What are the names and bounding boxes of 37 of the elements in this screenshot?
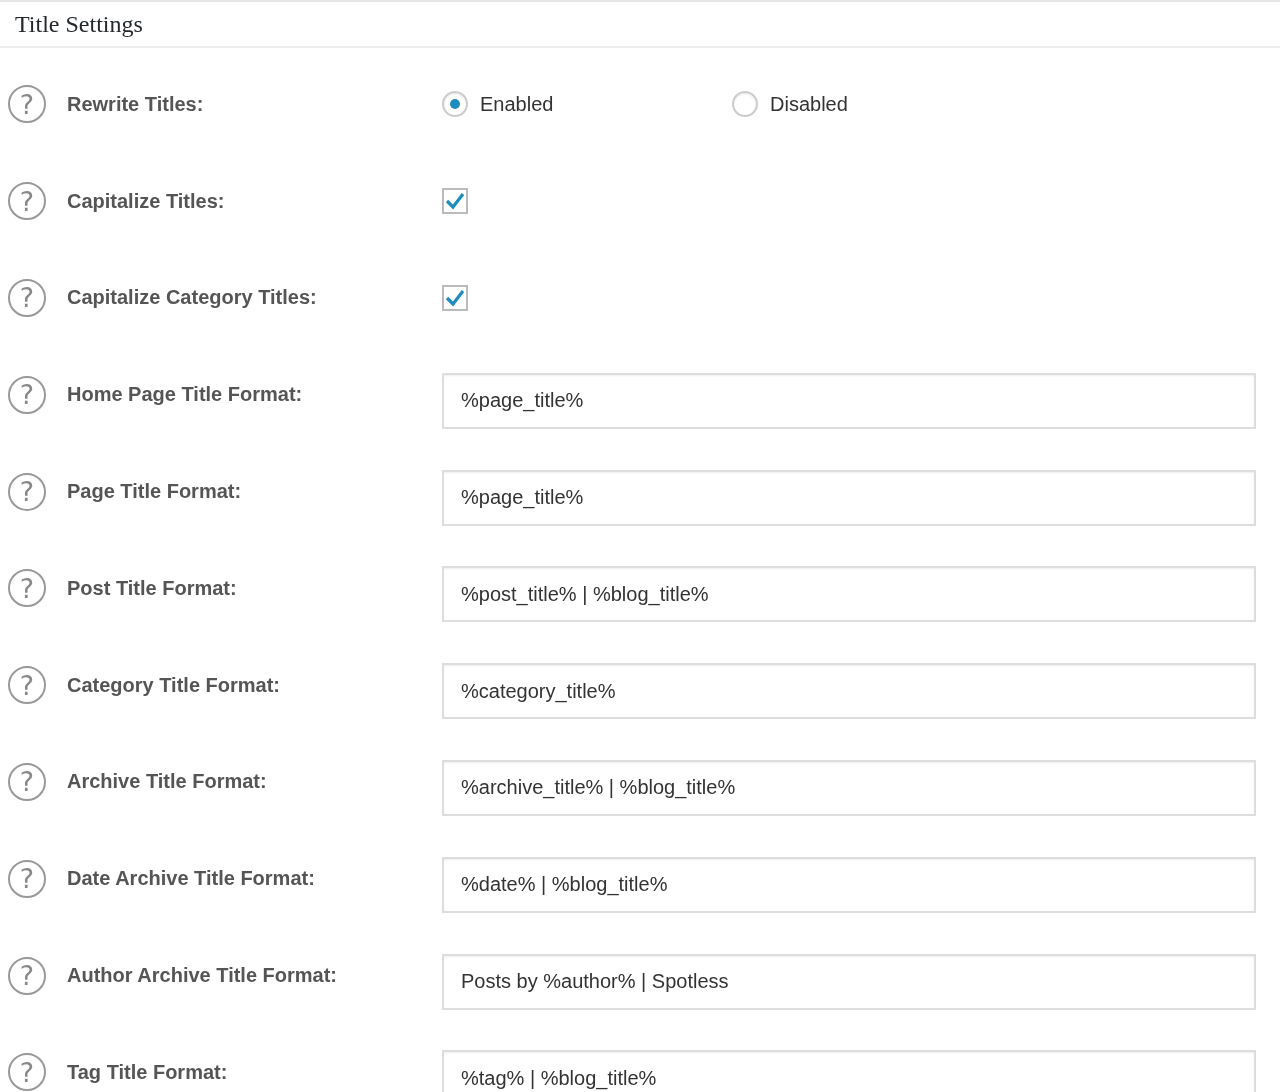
input-field[interactable]: %date% | %blog_title% (442, 856, 1256, 913)
input-field[interactable]: %archive_title% | %blog_title% (442, 759, 1256, 816)
input-field[interactable]: %tag% | %blog_title% (442, 1050, 1256, 1092)
help-icon[interactable]: ? (8, 472, 46, 511)
help-icon[interactable]: ? (8, 956, 46, 995)
help-icon[interactable]: ? (8, 859, 46, 898)
input-field[interactable]: %category_title% (442, 663, 1256, 720)
help-icon[interactable]: ? (8, 666, 46, 705)
setting-label: Rewrite Titles: (67, 92, 205, 116)
section-title: Title Settings (15, 11, 143, 38)
setting-label: Author Archive Title Format: (67, 964, 339, 988)
setting-label: Archive Title Format: (67, 770, 268, 794)
help-icon[interactable]: ? (8, 762, 46, 801)
radio-button[interactable] (732, 91, 758, 118)
radio-label[interactable]: Disabled (770, 92, 848, 116)
setting-label: Capitalize Titles: (67, 189, 226, 213)
setting-label: Category Title Format: (67, 673, 281, 697)
radio-label[interactable]: Enabled (480, 92, 554, 116)
setting-label: Post Title Format: (67, 576, 238, 600)
setting-label: Page Title Format: (67, 480, 243, 504)
input-field[interactable]: %page_title% (442, 372, 1256, 429)
help-icon[interactable]: ? (8, 85, 46, 124)
help-icon[interactable]: ? (8, 375, 46, 414)
setting-label: Date Archive Title Format: (67, 867, 316, 891)
help-icon[interactable]: ? (8, 569, 46, 608)
radio-button[interactable] (442, 91, 468, 118)
setting-label: Home Page Title Format: (67, 383, 304, 407)
setting-label: Capitalize Category Titles: (67, 286, 318, 310)
help-icon[interactable]: ? (8, 279, 46, 317)
checkbox[interactable] (442, 188, 468, 215)
setting-label: Tag Title Format: (67, 1060, 229, 1084)
help-icon[interactable]: ? (8, 182, 46, 221)
help-icon[interactable]: ? (8, 1053, 46, 1092)
input-field[interactable]: %page_title% (442, 469, 1256, 526)
checkbox[interactable] (442, 285, 468, 311)
input-field[interactable]: Posts by %author% | Spotless (442, 953, 1256, 1010)
input-field[interactable]: %post_title% | %blog_title% (442, 566, 1256, 623)
